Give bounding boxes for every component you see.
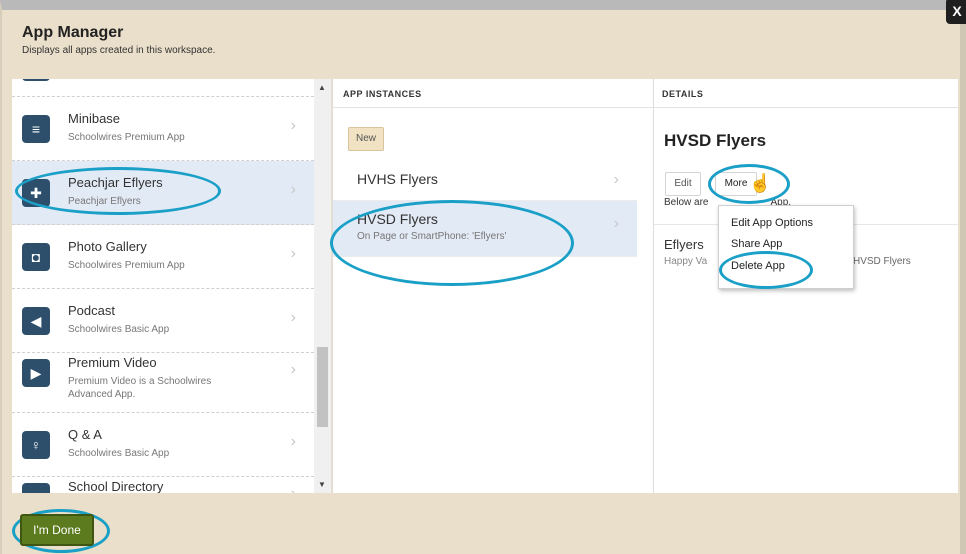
app-name: Q & A [68, 427, 102, 442]
divider [654, 107, 958, 108]
chevron-right-icon: › [613, 215, 619, 232]
more-menu: Edit App Options Share App Delete App [718, 205, 854, 289]
app-instances-heading: APP INSTANCES [343, 89, 422, 99]
instance-item[interactable]: HVHS Flyers › [333, 161, 637, 201]
details-heading: DETAILS [662, 89, 704, 99]
hand-cursor-icon: ☝ [749, 173, 772, 193]
scroll-down-icon[interactable]: ▼ [318, 480, 326, 489]
details-title: HVSD Flyers [664, 131, 767, 150]
app-name: Photo Gallery [68, 239, 147, 254]
lightbulb-icon: ♀ [22, 431, 50, 459]
scrollbar-thumb[interactable] [317, 347, 328, 427]
app-name: Peachjar Eflyers [68, 175, 163, 190]
chevron-right-icon: › [290, 117, 296, 134]
speaker-icon: ◀ [22, 307, 50, 335]
instance-name: HVHS Flyers [357, 171, 438, 187]
app-name: School Directory [68, 479, 164, 493]
close-button[interactable]: X [946, 0, 966, 24]
divider [333, 107, 653, 108]
new-instance-button[interactable]: New [348, 127, 384, 151]
app-type: Schoolwires Basic App [68, 448, 170, 459]
play-icon: ▶ [22, 359, 50, 387]
database-icon: ≡ [22, 115, 50, 143]
chevron-right-icon: › [290, 361, 296, 378]
chevron-right-icon: › [290, 309, 296, 326]
app-type: Schoolwires Premium App [68, 132, 185, 143]
app-list-panel: ● Schoolwires Basic App › ≡ Minibase Sch… [12, 79, 314, 493]
app-name: Podcast [68, 303, 115, 318]
edit-button[interactable]: Edit [665, 172, 701, 196]
dialog-header: App Manager Displays all apps created in… [22, 24, 215, 56]
done-button[interactable]: I'm Done [20, 514, 94, 546]
app-type: Premium Video is a Schoolwires Advanced … [68, 376, 212, 400]
details-description-start: Below are [664, 197, 709, 208]
menu-item-delete-app[interactable]: Delete App [731, 260, 785, 272]
app-list-item[interactable]: ⌂ School Directory Schoolwires Basic App… [12, 465, 314, 493]
menu-item-edit-app-options[interactable]: Edit App Options [731, 217, 813, 229]
details-item-path: Happy Va [664, 256, 708, 267]
menu-item-share-app[interactable]: Share App [731, 238, 782, 250]
app-list-item[interactable]: ▶ Premium Video Premium Video is a Schoo… [12, 341, 314, 413]
app-list-item[interactable]: ◘ Photo Gallery Schoolwires Premium App … [12, 225, 314, 289]
chevron-right-icon: › [291, 485, 296, 493]
app-type: Schoolwires Basic App [68, 324, 170, 335]
chevron-right-icon: › [290, 433, 296, 450]
app-type: Peachjar Eflyers [68, 196, 141, 207]
app-instances-panel: APP INSTANCES New HVHS Flyers › HVSD Fly… [332, 79, 653, 493]
app-name: Premium Video [68, 355, 157, 370]
instance-item-selected[interactable]: HVSD Flyers On Page or SmartPhone: 'Efly… [333, 201, 637, 257]
instance-name: HVSD Flyers [357, 211, 438, 227]
app-name: Minibase [68, 111, 121, 126]
chevron-right-icon: › [290, 245, 296, 262]
camera-icon: ◘ [22, 243, 50, 271]
app-type: Schoolwires Premium App [68, 260, 185, 271]
puzzle-icon: ✚ [22, 179, 50, 207]
chevron-right-icon: › [290, 181, 296, 198]
details-item-path-end: HVSD Flyers [853, 256, 911, 267]
app-list-item[interactable]: ● Schoolwires Basic App › [12, 79, 314, 97]
details-item-name: Eflyers [664, 237, 704, 252]
dialog-title: App Manager [22, 24, 124, 41]
app-list-item-selected[interactable]: ✚ Peachjar Eflyers Peachjar Eflyers › [12, 161, 314, 225]
chevron-right-icon: › [613, 171, 619, 188]
app-list-item[interactable]: ≡ Minibase Schoolwires Premium App › [12, 97, 314, 161]
dialog-subtitle: Displays all apps created in this worksp… [22, 45, 216, 56]
circle-icon: ● [22, 79, 50, 81]
instance-subtitle: On Page or SmartPhone: 'Eflyers' [357, 231, 507, 242]
app-list-scrollbar[interactable]: ▲ ▼ [314, 79, 331, 493]
building-icon: ⌂ [22, 483, 50, 493]
scroll-up-icon[interactable]: ▲ [318, 83, 326, 92]
